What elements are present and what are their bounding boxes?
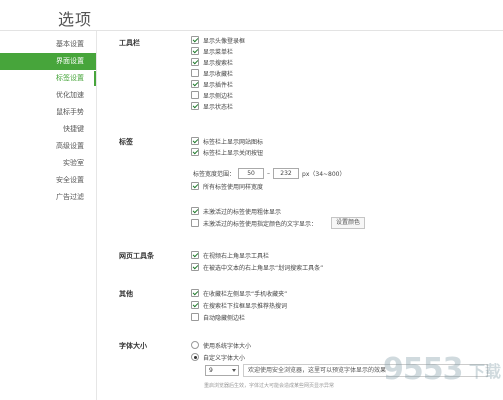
range-separator: –: [267, 169, 271, 177]
checkbox[interactable]: [191, 148, 199, 156]
font-size-value: 9: [209, 367, 213, 374]
option-label: 自动隐藏侧边栏: [203, 314, 246, 322]
option-mobile-favorites[interactable]: 在收藏栏左侧显示“手机收藏夹”: [191, 288, 287, 298]
checkbox[interactable]: [191, 289, 199, 297]
checkbox[interactable]: [191, 263, 199, 271]
option-label: 自定义字体大小: [203, 354, 246, 362]
sidebar-item-optimize[interactable]: 优化加速: [0, 87, 96, 104]
option-hot-search-words[interactable]: 在搜索栏下拉框显示推荐热搜词: [191, 300, 287, 310]
sidebar-item-shortcuts[interactable]: 快捷键: [0, 121, 96, 138]
sidebar-item-advanced[interactable]: 高级设置: [0, 138, 96, 155]
section-label-webtoolbar: 网页工具条: [119, 252, 154, 260]
checkbox[interactable]: [191, 58, 199, 66]
option-tab-close-button[interactable]: 标签栏上显示关闭按钮: [191, 147, 263, 157]
checkbox[interactable]: [191, 36, 199, 44]
option-label: 显示侧边栏: [203, 92, 234, 100]
checkbox[interactable]: [191, 219, 199, 227]
option-label: 在被选中文本的右上角显示“划词搜索工具条”: [203, 264, 324, 272]
checkbox[interactable]: [191, 313, 199, 321]
tab-width-min-input[interactable]: 50: [238, 167, 265, 179]
checkbox[interactable]: [191, 102, 199, 110]
option-label: 显示搜索栏: [203, 59, 234, 67]
option-label: 显示头像登录框: [203, 37, 246, 45]
option-label: 显示收藏栏: [203, 70, 234, 78]
option-label: 显示插件栏: [203, 81, 234, 89]
sidebar-item-tabs[interactable]: 标签设置: [0, 70, 96, 87]
section-label-other: 其他: [119, 290, 133, 298]
option-label: 在收藏栏左侧显示“手机收藏夹”: [203, 290, 288, 298]
font-preview-box: 欢迎使用安全浏览器，这里可以预览字体显示的效果: [243, 364, 488, 377]
set-color-button[interactable]: 设置颜色: [331, 217, 366, 229]
option-show-sidebar[interactable]: 显示侧边栏: [191, 90, 233, 100]
option-label: 在视频右上角显示工具栏: [203, 252, 270, 260]
option-same-tab-width[interactable]: 所有标签使用同样宽度: [191, 181, 263, 191]
sidebar-item-security[interactable]: 安全设置: [0, 172, 96, 189]
option-video-toolbar[interactable]: 在视频右上角显示工具栏: [191, 250, 269, 260]
option-auto-hide-sidebar[interactable]: 自动隐藏侧边栏: [191, 312, 245, 322]
settings-panel: 工具栏 显示头像登录框 显示菜单栏 显示搜索栏 显示收藏栏 显示插件栏 显示侧边…: [97, 31, 503, 400]
radio[interactable]: [191, 353, 199, 361]
option-show-favorites-bar[interactable]: 显示收藏栏: [191, 68, 233, 78]
option-label: 未激活过的标签使用指定颜色的文字显示：: [203, 220, 318, 228]
option-unvisited-bold[interactable]: 未激活过的标签使用粗体显示: [191, 206, 281, 216]
option-show-menubar[interactable]: 显示菜单栏: [191, 46, 233, 56]
sidebar-item-basic[interactable]: 基本设置: [0, 36, 96, 53]
page-title: 选项: [58, 10, 93, 29]
option-label: 标签栏上显示网站图标: [203, 138, 264, 146]
checkbox[interactable]: [191, 137, 199, 145]
option-show-avatar-login[interactable]: 显示头像登录框: [191, 35, 245, 45]
section-label-fontsize: 字体大小: [119, 342, 147, 350]
checkbox[interactable]: [191, 207, 199, 215]
checkbox[interactable]: [191, 80, 199, 88]
checkbox[interactable]: [191, 251, 199, 259]
font-size-select[interactable]: 9: [205, 365, 239, 376]
chevron-down-icon: [232, 369, 236, 372]
checkbox[interactable]: [191, 182, 199, 190]
font-size-hint: 重启浏览器后生效，字体过大可能会造成某些网页显示异常: [204, 383, 335, 389]
option-custom-font-size[interactable]: 自定义字体大小: [191, 352, 245, 362]
option-label: 标签栏上显示关闭按钮: [203, 149, 264, 157]
tab-width-max-input[interactable]: 232: [273, 167, 300, 179]
option-label: 显示状态栏: [203, 103, 234, 111]
radio[interactable]: [191, 341, 199, 349]
tab-width-range: 标签宽度范围： 50 – 232 px（34~800）: [193, 167, 346, 179]
option-label: 显示菜单栏: [203, 48, 234, 56]
range-unit: px（34~800）: [302, 170, 346, 178]
option-label: 在搜索栏下拉框显示推荐热搜词: [203, 302, 288, 310]
option-selection-search-toolbar[interactable]: 在被选中文本的右上角显示“划词搜索工具条”: [191, 262, 323, 272]
sidebar: 基本设置 界面设置 标签设置 优化加速 鼠标手势 快捷键 高级设置 实验室 安全…: [0, 36, 96, 206]
option-show-statusbar[interactable]: 显示状态栏: [191, 101, 233, 111]
sidebar-item-lab[interactable]: 实验室: [0, 155, 96, 172]
section-label-toolbar: 工具栏: [119, 39, 140, 47]
option-label: 使用系统字体大小: [203, 342, 252, 350]
range-label: 标签宽度范围：: [193, 170, 236, 178]
sidebar-item-interface[interactable]: 界面设置: [0, 53, 96, 70]
option-label: 所有标签使用同样宽度: [203, 183, 264, 191]
option-label: 未激活过的标签使用粗体显示: [203, 208, 282, 216]
option-system-font-size[interactable]: 使用系统字体大小: [191, 340, 251, 350]
sidebar-item-adblock[interactable]: 广告过滤: [0, 189, 96, 206]
header: 选项: [0, 0, 503, 30]
checkbox[interactable]: [191, 47, 199, 55]
sidebar-item-gestures[interactable]: 鼠标手势: [0, 104, 96, 121]
checkbox[interactable]: [191, 69, 199, 77]
options-window: 选项 基本设置 界面设置 标签设置 优化加速 鼠标手势 快捷键 高级设置 实验室…: [0, 0, 503, 400]
checkbox[interactable]: [191, 301, 199, 309]
option-unvisited-color[interactable]: 未激活过的标签使用指定颜色的文字显示：: [191, 218, 317, 228]
option-show-searchbar[interactable]: 显示搜索栏: [191, 57, 233, 67]
checkbox[interactable]: [191, 91, 199, 99]
section-label-tabs: 标签: [119, 138, 133, 146]
option-tab-favicon[interactable]: 标签栏上显示网站图标: [191, 136, 263, 146]
option-show-plugin-bar[interactable]: 显示插件栏: [191, 79, 233, 89]
